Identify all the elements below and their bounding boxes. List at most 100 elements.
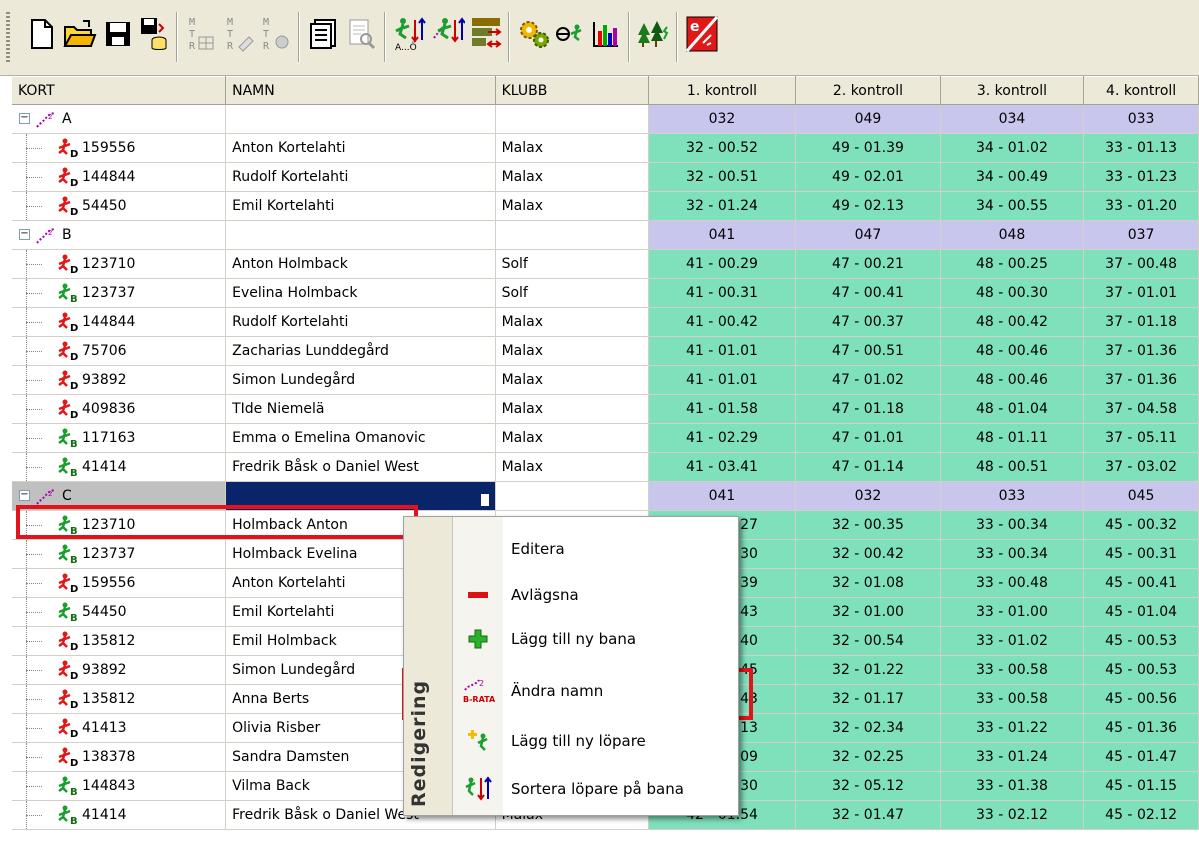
runner-row[interactable]: D 159556 Anton Kortelahti Malax 32 - 00.52 49… <box>12 133 1199 163</box>
klubb-cell[interactable]: Solf <box>495 249 649 279</box>
control-3-cell[interactable]: 48 - 00.46 <box>940 365 1085 395</box>
klubb-cell[interactable]: Malax <box>495 191 649 221</box>
klubb-cell[interactable]: Malax <box>495 452 649 482</box>
mt-grid-icon[interactable]: MTR <box>184 10 220 58</box>
control-4-cell[interactable]: 45 - 00.32 <box>1083 510 1199 540</box>
klubb-cell[interactable]: Malax <box>495 133 649 163</box>
control-2-cell[interactable]: 32 - 00.42 <box>795 539 941 569</box>
namn-cell[interactable]: Evelina Holmback <box>225 278 496 308</box>
control-3-cell[interactable]: 48 - 00.25 <box>940 249 1085 279</box>
control-1-cell[interactable]: 032 <box>648 104 797 134</box>
sort-runners-icon[interactable] <box>430 10 466 58</box>
control-3-cell[interactable]: 34 - 01.02 <box>940 133 1085 163</box>
namn-cell[interactable]: Anton Kortelahti <box>225 133 496 163</box>
sort-runners-az-icon[interactable]: A...Ö <box>392 10 428 58</box>
klubb-cell[interactable] <box>495 481 649 511</box>
kort-cell[interactable]: B 123710 <box>12 510 227 540</box>
control-4-cell[interactable]: 45 - 00.53 <box>1083 655 1199 685</box>
namn-cell[interactable]: TIde Niemelä <box>225 394 496 424</box>
control-3-cell[interactable]: 033 <box>940 481 1085 511</box>
kort-cell[interactable]: B 41414 <box>12 452 227 482</box>
control-2-cell[interactable]: 47 - 01.18 <box>795 394 941 424</box>
control-1-cell[interactable]: 41 - 00.31 <box>648 278 797 308</box>
menu-item-sortera-lopare-pa-bana[interactable]: Sortera löpare på bana <box>453 767 739 811</box>
control-3-cell[interactable]: 48 - 00.46 <box>940 336 1085 366</box>
course-row[interactable]: − 2 C 041 032 033 045 <box>12 481 1199 511</box>
kort-cell[interactable]: D 54450 <box>12 191 227 221</box>
control-4-cell[interactable]: 45 - 02.12 <box>1083 800 1199 830</box>
menu-item-editera[interactable]: Editera <box>453 527 739 571</box>
control-1-cell[interactable]: 32 - 00.51 <box>648 162 797 192</box>
namn-cell[interactable]: Rudolf Kortelahti <box>225 162 496 192</box>
control-1-cell[interactable]: 041 <box>648 481 797 511</box>
control-4-cell[interactable]: 37 - 01.18 <box>1083 307 1199 337</box>
control-time-icon[interactable] <box>552 10 588 58</box>
control-4-cell[interactable]: 45 - 00.41 <box>1083 568 1199 598</box>
settings-gears-icon[interactable] <box>516 10 552 58</box>
namn-cell[interactable]: Emil Kortelahti <box>225 191 496 221</box>
klubb-cell[interactable]: Malax <box>495 423 649 453</box>
klubb-cell[interactable]: Malax <box>495 336 649 366</box>
control-1-cell[interactable]: 41 - 02.29 <box>648 423 797 453</box>
column-header-control-1[interactable]: 1. kontroll <box>648 76 797 105</box>
control-3-cell[interactable]: 48 - 00.30 <box>940 278 1085 308</box>
control-4-cell[interactable]: 45 - 01.36 <box>1083 713 1199 743</box>
expand-collapse-toggle[interactable]: − <box>19 229 30 240</box>
klubb-cell[interactable]: Malax <box>495 162 649 192</box>
control-4-cell[interactable]: 37 - 01.36 <box>1083 336 1199 366</box>
namn-cell[interactable] <box>225 220 496 250</box>
course-row[interactable]: − 2 B 041 047 048 037 <box>12 220 1199 250</box>
kort-cell[interactable]: − 2 C <box>12 481 227 511</box>
control-2-cell[interactable]: 32 - 02.34 <box>795 713 941 743</box>
kort-cell[interactable]: D 135812 <box>12 626 227 656</box>
control-3-cell[interactable]: 33 - 01.24 <box>940 742 1085 772</box>
forest-icon[interactable] <box>636 10 672 58</box>
control-3-cell[interactable]: 33 - 01.38 <box>940 771 1085 801</box>
klubb-cell[interactable]: Solf <box>495 278 649 308</box>
kort-cell[interactable]: B 117163 <box>12 423 227 453</box>
toolbar-grip[interactable] <box>6 12 10 64</box>
kort-cell[interactable]: D 138378 <box>12 742 227 772</box>
control-2-cell[interactable]: 49 - 02.01 <box>795 162 941 192</box>
control-3-cell[interactable]: 034 <box>940 104 1085 134</box>
column-header-control-2[interactable]: 2. kontroll <box>795 76 941 105</box>
control-3-cell[interactable]: 33 - 00.34 <box>940 539 1085 569</box>
column-header-control-4[interactable]: 4. kontroll <box>1083 76 1199 105</box>
namn-cell[interactable] <box>225 104 496 134</box>
control-2-cell[interactable]: 47 - 00.37 <box>795 307 941 337</box>
control-3-cell[interactable]: 48 - 01.11 <box>940 423 1085 453</box>
namn-cell[interactable]: Simon Lundegård <box>225 365 496 395</box>
control-2-cell[interactable]: 47 - 00.41 <box>795 278 941 308</box>
mt-clock-icon[interactable]: MTR <box>258 10 294 58</box>
control-4-cell[interactable]: 45 - 01.47 <box>1083 742 1199 772</box>
control-3-cell[interactable]: 34 - 00.55 <box>940 191 1085 221</box>
control-3-cell[interactable]: 048 <box>940 220 1085 250</box>
control-1-cell[interactable]: 41 - 03.41 <box>648 452 797 482</box>
kort-cell[interactable]: − 2 A <box>12 104 227 134</box>
control-4-cell[interactable]: 45 - 00.56 <box>1083 684 1199 714</box>
column-header-namn[interactable]: NAMN <box>225 76 496 105</box>
runner-row[interactable]: D 75706 Zacharias Lunddegård Malax 41 - 01.0… <box>12 336 1199 366</box>
control-2-cell[interactable]: 32 - 02.25 <box>795 742 941 772</box>
results-table-icon[interactable] <box>468 10 504 58</box>
control-3-cell[interactable]: 33 - 01.00 <box>940 597 1085 627</box>
control-2-cell[interactable]: 32 - 01.00 <box>795 597 941 627</box>
control-4-cell[interactable]: 33 - 01.20 <box>1083 191 1199 221</box>
menu-item-andra-namn[interactable]: 2 B-RATA Ändra namn <box>453 669 739 713</box>
control-4-cell[interactable]: 37 - 03.02 <box>1083 452 1199 482</box>
emit-icon[interactable]: e <box>684 10 720 58</box>
kort-cell[interactable]: D 159556 <box>12 133 227 163</box>
save-icon[interactable] <box>100 10 136 58</box>
expand-collapse-toggle[interactable]: − <box>19 490 30 501</box>
control-2-cell[interactable]: 47 - 00.21 <box>795 249 941 279</box>
runner-row[interactable]: B 41414 Fredrik Båsk o Daniel West Malax 41 … <box>12 452 1199 482</box>
control-2-cell[interactable]: 32 - 01.08 <box>795 568 941 598</box>
bar-chart-icon[interactable] <box>588 10 624 58</box>
kort-cell[interactable]: − 2 B <box>12 220 227 250</box>
kort-cell[interactable]: D 93892 <box>12 655 227 685</box>
klubb-cell[interactable] <box>495 104 649 134</box>
namn-cell[interactable]: Fredrik Båsk o Daniel West <box>225 452 496 482</box>
runner-row[interactable]: D 123710 Anton Holmback Solf 41 - 00.29 47 - … <box>12 249 1199 279</box>
kort-cell[interactable]: D 409836 <box>12 394 227 424</box>
control-3-cell[interactable]: 33 - 01.02 <box>940 626 1085 656</box>
